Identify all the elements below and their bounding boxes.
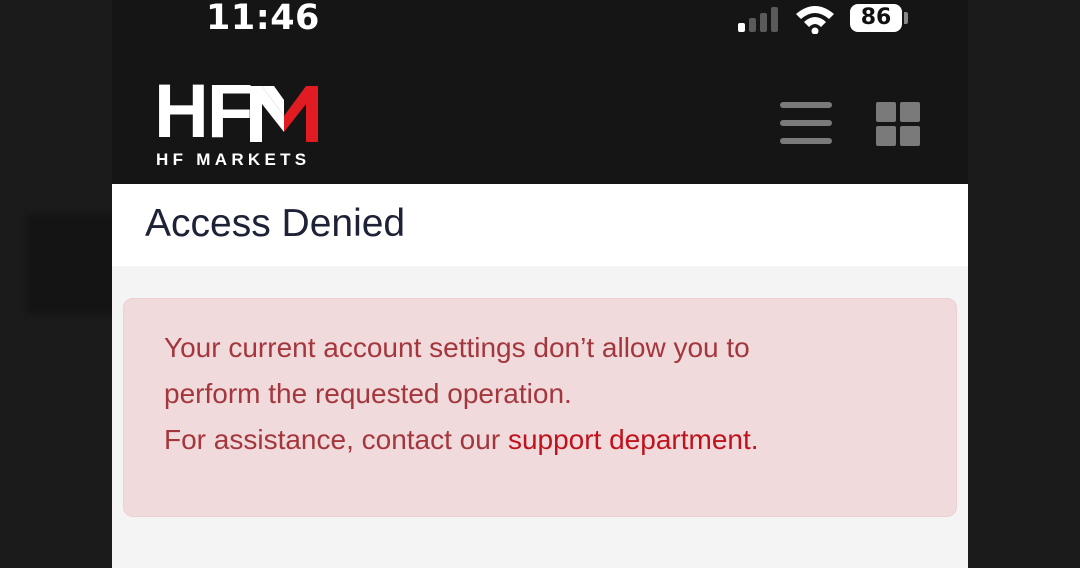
wifi-icon xyxy=(796,6,834,34)
phone-screen: 11:46 86 HF HF MARKETS Access Denied You… xyxy=(112,0,968,568)
alert-line-2: perform the requested operation. xyxy=(164,378,572,409)
site-header: HF HF MARKETS xyxy=(112,40,968,184)
support-department-link[interactable]: support department xyxy=(508,424,751,455)
page-title: Access Denied xyxy=(145,202,406,245)
alert-line-3-suffix: . xyxy=(750,424,759,455)
logo-letters: HF xyxy=(154,69,253,154)
battery-tip xyxy=(904,12,908,24)
alert-line-1: Your current account settings don’t allo… xyxy=(164,332,750,363)
alert-message: Your current account settings don’t allo… xyxy=(164,325,944,463)
hamburger-menu-icon[interactable] xyxy=(780,102,834,146)
page-title-bar: Access Denied xyxy=(112,184,968,266)
status-bar: 11:46 86 xyxy=(112,0,968,40)
cellular-signal-icon xyxy=(738,6,782,32)
grid-apps-icon[interactable] xyxy=(876,102,922,148)
logo-wordmark: HF xyxy=(154,74,319,150)
access-denied-alert: Your current account settings don’t allo… xyxy=(123,298,957,517)
alert-line-3-prefix: For assistance, contact our xyxy=(164,424,508,455)
hfm-logo[interactable]: HF HF MARKETS xyxy=(154,74,344,170)
logo-subtitle: HF MARKETS xyxy=(156,150,311,169)
battery-indicator: 86 xyxy=(850,4,902,32)
status-time: 11:46 xyxy=(206,0,320,38)
logo-m-mark xyxy=(250,86,319,142)
background-card xyxy=(26,214,126,314)
